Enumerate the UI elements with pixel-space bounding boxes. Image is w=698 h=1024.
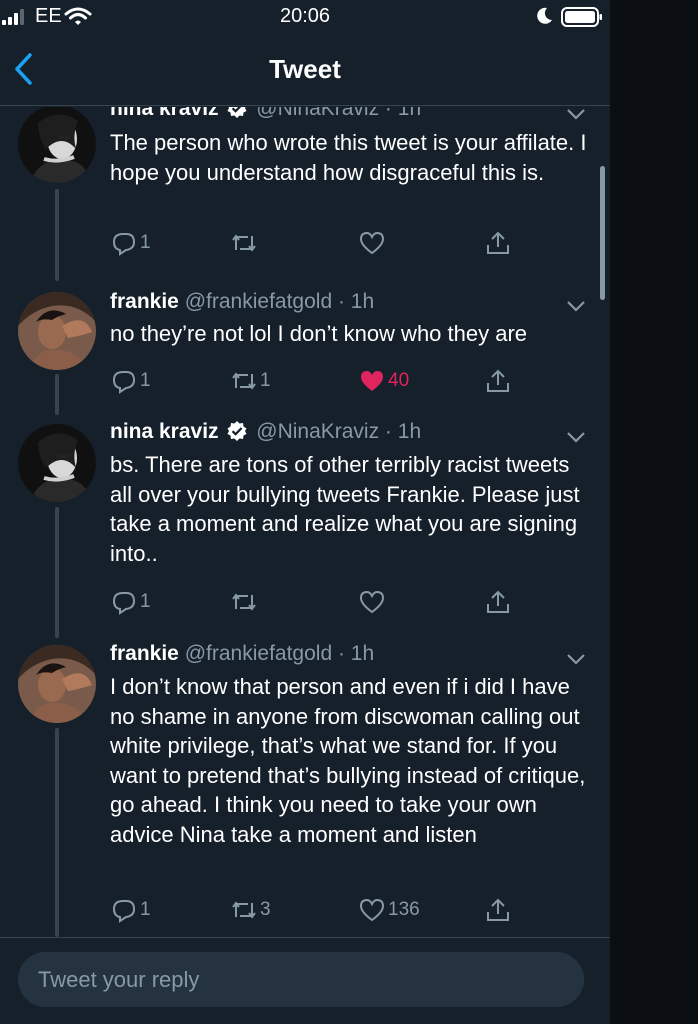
tweet-author[interactable]: nina kraviz @NinaKraviz · 1h bbox=[110, 107, 421, 121]
like-button[interactable]: 136 bbox=[358, 896, 420, 924]
tweet-actions: 1 bbox=[110, 588, 590, 618]
thread-connector bbox=[55, 728, 59, 937]
reply-count: 1 bbox=[140, 370, 151, 391]
tweet-text: The person who wrote this tweet is your … bbox=[110, 130, 587, 185]
retweet-icon bbox=[232, 901, 256, 919]
like-button[interactable]: 40 bbox=[358, 367, 409, 395]
tweet-text: no they’re not lol I don’t know who they… bbox=[110, 321, 528, 346]
tweet[interactable]: frankie @frankiefatgold · 1h no they’re … bbox=[0, 285, 610, 415]
author-name[interactable]: nina kraviz bbox=[110, 107, 219, 120]
share-icon bbox=[487, 369, 509, 392]
share-button[interactable] bbox=[484, 229, 512, 257]
chevron-down-icon[interactable] bbox=[565, 299, 587, 313]
tweet-author[interactable]: frankie @frankiefatgold · 1h bbox=[110, 642, 374, 666]
like-button[interactable] bbox=[358, 588, 388, 616]
reply-button[interactable]: 1 bbox=[110, 896, 151, 924]
share-icon bbox=[487, 231, 509, 254]
thread-connector bbox=[55, 507, 59, 638]
share-button[interactable] bbox=[484, 896, 512, 924]
status-bar: EE 20:06 bbox=[0, 0, 610, 34]
divider bbox=[0, 937, 610, 938]
battery-icon bbox=[561, 7, 602, 27]
top-navigation-bar: Tweet bbox=[0, 36, 610, 106]
tweet-actions: 1 1 40 bbox=[110, 367, 590, 397]
like-icon bbox=[359, 231, 385, 255]
tweet-author[interactable]: nina kraviz @NinaKraviz · 1h bbox=[110, 420, 421, 444]
retweet-button[interactable] bbox=[230, 229, 260, 257]
reply-icon bbox=[112, 900, 136, 923]
retweet-icon bbox=[232, 234, 256, 252]
tweet[interactable]: frankie @frankiefatgold · 1h I don’t kno… bbox=[0, 638, 610, 937]
share-button[interactable] bbox=[484, 367, 512, 395]
author-name[interactable]: frankie bbox=[110, 642, 179, 665]
reply-thread: nina kraviz @NinaKraviz · 1h The person … bbox=[0, 107, 610, 937]
share-button[interactable] bbox=[484, 588, 512, 616]
tweet[interactable]: nina kraviz @NinaKraviz · 1h The person … bbox=[0, 107, 610, 281]
avatar[interactable] bbox=[18, 424, 96, 502]
chevron-down-icon[interactable] bbox=[565, 652, 587, 666]
reply-icon bbox=[112, 233, 136, 256]
retweet-count: 3 bbox=[260, 899, 271, 920]
thread-connector bbox=[55, 189, 59, 281]
verified-badge-icon bbox=[227, 421, 247, 441]
retweet-icon bbox=[232, 593, 256, 611]
author-handle[interactable]: @frankiefatgold · 1h bbox=[185, 290, 374, 313]
reply-icon bbox=[112, 592, 136, 615]
reply-button[interactable]: 1 bbox=[110, 367, 151, 395]
chevron-down-icon[interactable] bbox=[565, 107, 587, 121]
status-time: 20:06 bbox=[279, 5, 331, 27]
share-icon bbox=[487, 590, 509, 613]
tweet-text: bs. There are tons of other terribly rac… bbox=[110, 452, 580, 566]
reply-placeholder: Tweet your reply bbox=[38, 967, 200, 992]
reply-button[interactable]: 1 bbox=[110, 229, 151, 257]
like-count: 136 bbox=[388, 899, 420, 920]
like-count: 40 bbox=[388, 370, 410, 391]
author-name[interactable]: nina kraviz bbox=[110, 420, 219, 443]
retweet-icon bbox=[232, 372, 256, 390]
reply-count: 1 bbox=[140, 232, 151, 253]
tweet-author[interactable]: frankie @frankiefatgold · 1h bbox=[110, 290, 374, 314]
like-icon bbox=[361, 371, 383, 391]
tweet-text: I don’t know that person and even if i d… bbox=[110, 674, 586, 847]
background-strip bbox=[610, 0, 698, 1024]
avatar[interactable] bbox=[18, 292, 96, 370]
avatar[interactable] bbox=[18, 645, 96, 723]
retweet-count: 1 bbox=[260, 370, 271, 391]
reply-count: 1 bbox=[140, 591, 151, 612]
like-button[interactable] bbox=[358, 229, 388, 257]
author-handle[interactable]: @NinaKraviz · 1h bbox=[256, 420, 421, 443]
tweet[interactable]: nina kraviz @NinaKraviz · 1h bs. There a… bbox=[0, 416, 610, 638]
like-icon bbox=[359, 898, 385, 922]
author-handle[interactable]: @frankiefatgold · 1h bbox=[185, 642, 374, 665]
avatar[interactable] bbox=[18, 107, 96, 183]
scrollbar[interactable] bbox=[600, 166, 605, 300]
share-icon bbox=[487, 898, 509, 921]
tweet-actions: 1 bbox=[110, 229, 590, 259]
retweet-button[interactable]: 3 bbox=[230, 896, 271, 924]
author-handle[interactable]: @NinaKraviz · 1h bbox=[256, 107, 421, 120]
reply-count: 1 bbox=[140, 899, 151, 920]
tweet-screen: EE 20:06 Tweet nina kraviz @NinaKraviz ·… bbox=[0, 0, 610, 1024]
verified-badge-icon bbox=[227, 107, 247, 118]
author-name[interactable]: frankie bbox=[110, 290, 179, 313]
thread-connector bbox=[55, 374, 59, 415]
chevron-down-icon[interactable] bbox=[565, 430, 587, 444]
reply-button[interactable]: 1 bbox=[110, 588, 151, 616]
reply-icon bbox=[112, 371, 136, 394]
retweet-button[interactable] bbox=[230, 588, 260, 616]
retweet-button[interactable]: 1 bbox=[230, 367, 271, 395]
reply-input[interactable]: Tweet your reply bbox=[18, 952, 584, 1007]
page-title: Tweet bbox=[269, 54, 341, 84]
tweet-actions: 1 3 136 bbox=[110, 896, 590, 926]
moon-icon bbox=[537, 7, 552, 24]
like-icon bbox=[359, 590, 385, 614]
